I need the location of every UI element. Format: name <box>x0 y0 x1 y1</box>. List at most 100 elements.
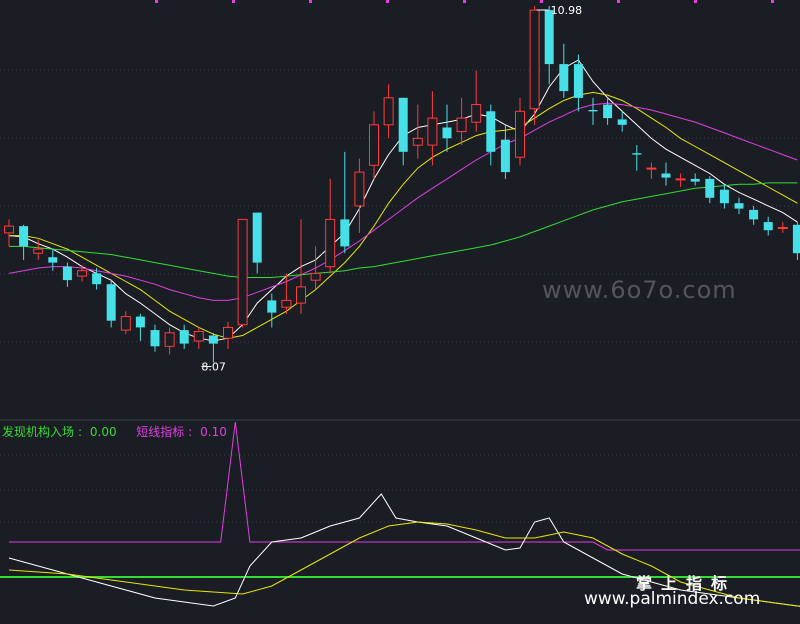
candle-body <box>486 111 496 152</box>
candle <box>193 327 204 350</box>
candle-body <box>719 189 729 204</box>
candle <box>442 104 452 152</box>
candle-body <box>456 117 467 133</box>
top-marker <box>463 0 466 3</box>
candle-body <box>4 225 14 234</box>
candle <box>398 97 408 166</box>
candle-body <box>150 330 160 347</box>
candle-body <box>281 299 292 308</box>
candle-body <box>442 127 452 139</box>
candle <box>150 324 160 352</box>
candle <box>296 219 306 314</box>
candle-body <box>792 224 800 254</box>
candle <box>354 158 365 233</box>
indicator1-value: 0.00 <box>89 425 117 439</box>
top-marker <box>232 0 235 3</box>
candle-body <box>340 219 350 247</box>
chart-stage: 10.98 8.07 发现机构入场: 0.00 短线指标: 0.10 www.6o… <box>0 0 800 624</box>
candle-body <box>763 222 773 231</box>
candle <box>792 222 800 260</box>
watermark-site-1: www.6o7o.com <box>542 276 737 304</box>
candle <box>471 70 482 132</box>
candle <box>588 97 598 125</box>
candle <box>603 97 613 125</box>
candle <box>763 216 773 236</box>
candle <box>559 43 569 98</box>
candle-body <box>369 124 379 166</box>
candle-body <box>19 226 29 247</box>
candle <box>369 111 379 179</box>
candle <box>48 249 58 271</box>
candle <box>646 162 657 179</box>
candle-body <box>544 10 554 65</box>
indicator-legend: 发现机构入场: 0.00 短线指标: 0.10 <box>2 425 227 439</box>
candle-body <box>296 286 306 304</box>
candle-body <box>106 284 116 321</box>
candle <box>164 327 175 355</box>
candle-body <box>92 273 102 285</box>
candle <box>529 6 540 125</box>
candle <box>223 322 233 350</box>
candle-body <box>603 104 613 119</box>
candle-body <box>310 272 321 281</box>
candle-body <box>646 167 657 170</box>
candle-body <box>237 218 248 326</box>
indicator-line-1 <box>9 421 800 551</box>
candle-body <box>471 104 482 123</box>
candle-body <box>661 173 671 178</box>
indicator2-name: 短线指标 <box>136 425 185 439</box>
candle-body <box>252 212 262 263</box>
candle-body <box>632 153 642 155</box>
candle <box>179 324 189 350</box>
candle-body <box>500 139 510 173</box>
candle <box>632 145 642 171</box>
candle-body <box>573 64 583 98</box>
candle-body <box>749 209 759 220</box>
candle <box>252 212 262 274</box>
candle-body <box>690 178 700 182</box>
candle <box>340 151 350 254</box>
indicator2-value: 0.10 <box>200 425 227 439</box>
candle <box>120 311 131 335</box>
candle-body <box>515 110 525 158</box>
top-marker <box>155 0 158 3</box>
candle <box>500 124 510 179</box>
candle <box>749 205 759 225</box>
candle <box>705 176 715 204</box>
candle-body <box>223 326 233 339</box>
candle-body <box>77 270 87 277</box>
candle-body <box>354 171 365 207</box>
candlestick-chart: 10.98 8.07 <box>0 0 800 607</box>
candle-body <box>427 117 438 146</box>
candle-body <box>267 300 277 313</box>
candle <box>208 332 218 363</box>
candle <box>573 54 583 112</box>
candle-body <box>559 64 569 92</box>
top-marker <box>617 0 620 3</box>
candle-body <box>33 248 44 254</box>
candle-body <box>208 335 218 344</box>
indicator1-name: 发现机构入场 <box>2 425 75 439</box>
candle-body <box>48 257 58 263</box>
candle <box>515 97 525 166</box>
candle <box>777 222 788 233</box>
candle <box>4 219 14 247</box>
top-marker <box>309 0 312 3</box>
candle-body <box>164 332 175 347</box>
high-label: 10.98 <box>551 4 583 17</box>
candle-body <box>398 97 408 152</box>
candle-body <box>120 316 131 331</box>
candle-body <box>412 137 423 146</box>
candle-body <box>588 110 598 112</box>
ma-line-4 <box>9 182 798 278</box>
candle-body <box>617 119 627 125</box>
candle <box>675 173 686 187</box>
candle-body <box>179 330 189 344</box>
candle <box>544 6 554 85</box>
candle-body <box>135 316 145 328</box>
candle <box>310 246 321 290</box>
candle <box>412 104 423 159</box>
candle <box>267 293 277 328</box>
candle <box>486 104 496 166</box>
candle <box>427 91 438 166</box>
